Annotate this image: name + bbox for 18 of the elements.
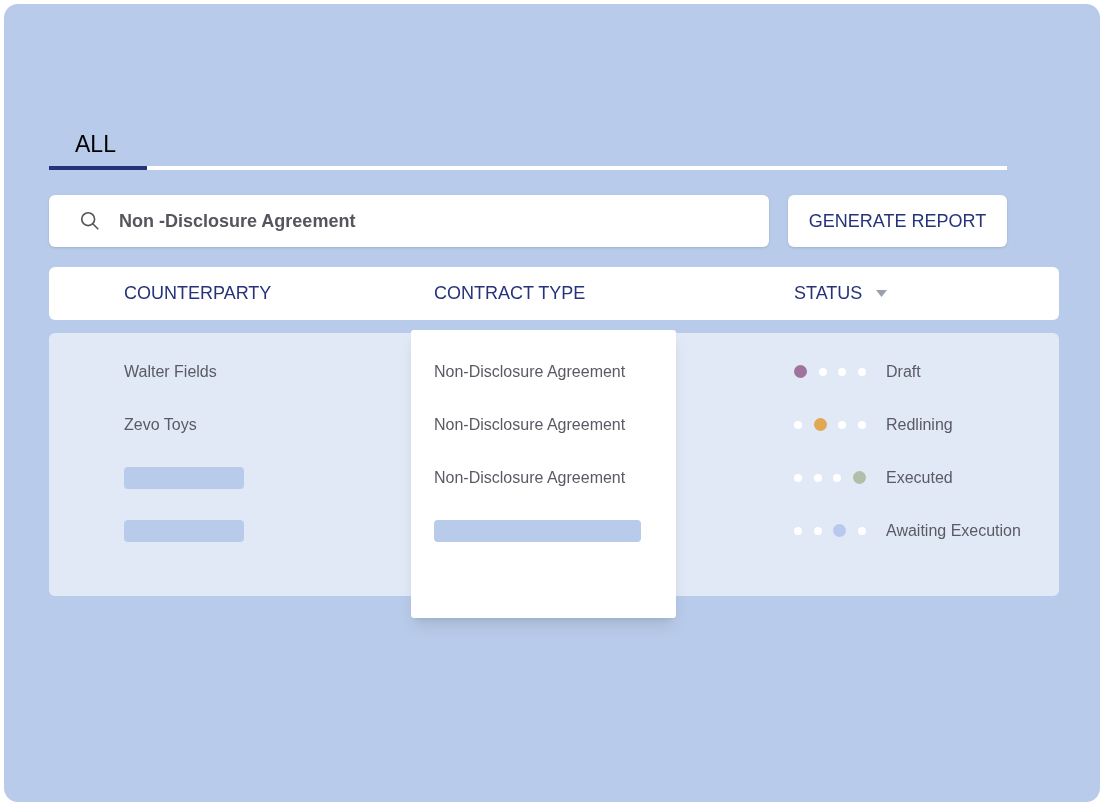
table-cell-text: Walter Fields (124, 361, 217, 382)
search-value: Non -Disclosure Agreement (119, 209, 356, 233)
sort-caret-icon[interactable] (876, 290, 888, 297)
table-cell-text: Zevo Toys (124, 414, 197, 435)
status-label: Redlining (886, 414, 953, 435)
table-cell-text: Non-Disclosure Agreement (434, 361, 626, 382)
tab[interactable]: ALL (49, 122, 147, 170)
search-icon (79, 210, 101, 232)
search-field[interactable]: Non -Disclosure Agreement (49, 195, 769, 247)
status-label: Awaiting Execution (886, 520, 1021, 541)
column-header: COUNTERPARTY (124, 282, 272, 305)
generate-report-button[interactable]: GENERATE REPORT (788, 195, 1007, 247)
table-cell-text: Non-Disclosure Agreement (434, 467, 626, 488)
column-header: STATUS (794, 282, 863, 305)
column-header: CONTRACT TYPE (434, 282, 586, 305)
status-label: Draft (886, 361, 921, 382)
status-label: Executed (886, 467, 953, 488)
table-cell-text: Non-Disclosure Agreement (434, 414, 626, 435)
